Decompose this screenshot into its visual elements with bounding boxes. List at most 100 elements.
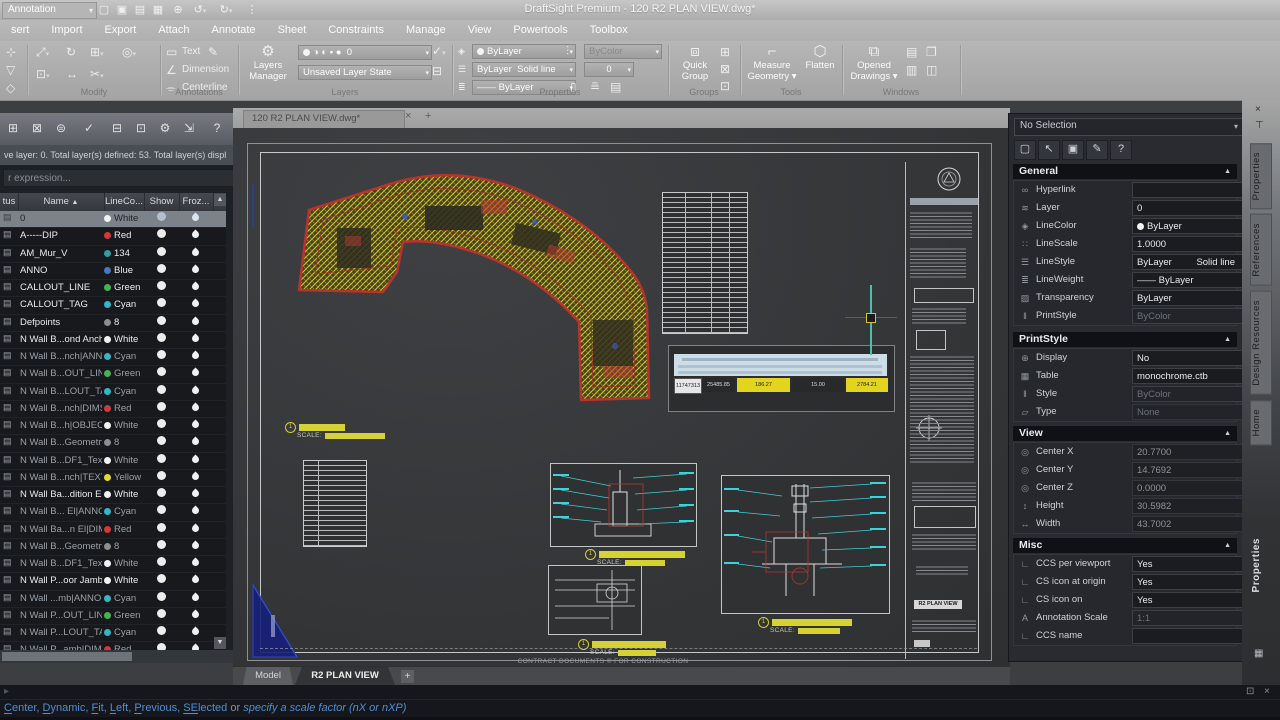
move-icon[interactable]: ⤢▾ bbox=[36, 45, 49, 62]
layer-row[interactable]: ▤ 0 White bbox=[0, 211, 226, 228]
layer-show-toggle[interactable] bbox=[144, 435, 178, 451]
property-row-value[interactable]: ▾ bbox=[1132, 182, 1250, 198]
layer-color-cell[interactable]: Green bbox=[104, 280, 144, 296]
layer-row[interactable]: ▤ CALLOUT_LINE Green bbox=[0, 280, 226, 297]
layer-row[interactable]: ▤ AM_Mur_V 134 bbox=[0, 246, 226, 263]
close-document-icon[interactable]: × bbox=[405, 110, 411, 122]
layer-show-toggle[interactable] bbox=[144, 608, 178, 624]
property-row-value[interactable]: 1.0000 ▾ bbox=[1132, 236, 1250, 252]
layer-states-icon[interactable]: ⊜ bbox=[52, 119, 70, 137]
command-option[interactable]: Dynamic bbox=[43, 702, 86, 714]
property-row-value[interactable]: 20.7700 bbox=[1132, 444, 1250, 460]
layer-show-toggle[interactable] bbox=[144, 401, 178, 417]
property-row-value[interactable]: Yes ▾ bbox=[1132, 556, 1250, 572]
delete-layer-icon[interactable]: ⊠ bbox=[28, 119, 46, 137]
layer-color-cell[interactable]: 8 bbox=[104, 539, 144, 555]
measure-geometry-button[interactable]: ⌐ Measure Geometry ▾ bbox=[746, 44, 798, 82]
apply-check-icon[interactable]: ✓▾ bbox=[432, 44, 446, 61]
layer-row[interactable]: ▤ N Wall Ba...n El|DIMS Red bbox=[0, 522, 226, 539]
property-row-value[interactable]: ByColor ▾ bbox=[1132, 308, 1250, 324]
layer-color-cell[interactable]: Green bbox=[104, 608, 144, 624]
layers-manager-button[interactable]: ⚙ Layers Manager bbox=[244, 44, 292, 82]
linecolor-combo[interactable]: ByLayer bbox=[472, 44, 576, 59]
layer-show-toggle[interactable] bbox=[144, 487, 178, 503]
layer-frozen-toggle[interactable] bbox=[179, 384, 212, 400]
ribbon-tab[interactable]: Sheet bbox=[267, 20, 318, 41]
layer-show-toggle[interactable] bbox=[144, 366, 178, 382]
offset-icon[interactable]: ◎▾ bbox=[122, 45, 136, 62]
layer-frozen-toggle[interactable] bbox=[179, 401, 212, 417]
ribbon-tab[interactable]: Import bbox=[40, 20, 93, 41]
selection-filter-combo[interactable]: No Selection bbox=[1014, 118, 1243, 136]
layer-show-toggle[interactable] bbox=[144, 246, 178, 262]
tile-vertical-icon[interactable]: ▥ bbox=[906, 63, 917, 77]
property-row-value[interactable]: Yes ▾ bbox=[1132, 574, 1250, 590]
layer-show-toggle[interactable] bbox=[144, 211, 178, 227]
layer-frozen-toggle[interactable] bbox=[179, 418, 212, 434]
help-icon[interactable]: ? bbox=[1110, 140, 1132, 160]
new-layer-icon[interactable]: ⊞ bbox=[4, 119, 22, 137]
layer-frozen-toggle[interactable] bbox=[179, 211, 212, 227]
property-row-value[interactable]: 0 ▾ bbox=[1132, 200, 1250, 216]
palette-grid-icon[interactable]: ▦ bbox=[1254, 648, 1263, 659]
dimension-button[interactable]: Dimension bbox=[182, 63, 229, 77]
layer-color-cell[interactable]: White bbox=[104, 573, 144, 589]
layer-frozen-toggle[interactable] bbox=[179, 315, 212, 331]
layer-show-toggle[interactable] bbox=[144, 228, 178, 244]
layer-row[interactable]: ▤ ANNO Blue bbox=[0, 263, 226, 280]
ribbon-tab[interactable]: View bbox=[457, 20, 503, 41]
preview-icon[interactable]: ⇲ bbox=[180, 119, 198, 137]
layer-row[interactable]: ▤ N Wall B...DF1_Text White bbox=[0, 453, 226, 470]
layer-color-cell[interactable]: White bbox=[104, 453, 144, 469]
note-icon[interactable]: ✎ bbox=[208, 45, 218, 59]
shape-icon[interactable]: ▽ bbox=[6, 63, 15, 77]
layer-preview-icon[interactable]: ⊟ bbox=[432, 64, 442, 78]
layer-frozen-toggle[interactable] bbox=[179, 608, 212, 624]
layer-row[interactable]: ▤ N Wall Ba...dition El White bbox=[0, 487, 226, 504]
stretch-icon[interactable]: ↔ bbox=[66, 67, 78, 81]
layer-frozen-toggle[interactable] bbox=[179, 573, 212, 589]
ribbon-tab[interactable]: Annotate bbox=[201, 20, 267, 41]
layer-show-toggle[interactable] bbox=[144, 453, 178, 469]
document-tab[interactable]: 120 R2 PLAN VIEW.dwg* bbox=[243, 110, 405, 130]
property-row-value[interactable]: ▾ bbox=[1132, 628, 1250, 644]
cascade-icon[interactable]: ❐ bbox=[926, 45, 937, 59]
settings-gear-icon[interactable]: ⚙ bbox=[156, 119, 174, 137]
lineweight-value-field[interactable]: 0 bbox=[584, 62, 634, 77]
layer-frozen-toggle[interactable] bbox=[179, 487, 212, 503]
layer-show-toggle[interactable] bbox=[144, 418, 178, 434]
array-icon[interactable]: ⊡▾ bbox=[36, 67, 50, 84]
layer-show-toggle[interactable] bbox=[144, 280, 178, 296]
ribbon-tab[interactable]: Constraints bbox=[317, 20, 395, 41]
layer-status-combo[interactable]: ◑ ◐ ▪ ● 0 bbox=[298, 45, 432, 60]
layer-row[interactable]: ▤ N Wall ...mb|ANNO Cyan bbox=[0, 591, 226, 608]
layer-row[interactable]: ▤ N Wall B...Geometry 8 bbox=[0, 435, 226, 452]
opened-drawings-button[interactable]: ⧉ Opened Drawings ▾ bbox=[848, 44, 900, 82]
layer-frozen-toggle[interactable] bbox=[179, 280, 212, 296]
layer-row[interactable]: ▤ N Wall P...amb|DIMS Red bbox=[0, 642, 226, 650]
column-frozen[interactable]: Froz... bbox=[179, 193, 214, 211]
select-cursor-icon[interactable]: ↖ bbox=[1038, 140, 1060, 160]
layer-row[interactable]: ▤ N Wall P...oor Jamb White bbox=[0, 573, 226, 590]
tab-model[interactable]: Model bbox=[243, 667, 293, 685]
layer-row[interactable]: ▤ N Wall P...LOUT_TAG Cyan bbox=[0, 625, 226, 642]
layer-row[interactable]: ▤ Defpoints 8 bbox=[0, 315, 226, 332]
column-show[interactable]: Show bbox=[144, 193, 180, 211]
layer-show-toggle[interactable] bbox=[144, 470, 178, 486]
property-row-value[interactable]: ByColor ▾ bbox=[1132, 386, 1250, 402]
layer-frozen-toggle[interactable] bbox=[179, 642, 212, 650]
column-name[interactable]: Name ▲ bbox=[18, 193, 105, 211]
layer-color-cell[interactable]: White bbox=[104, 332, 144, 348]
trim-icon[interactable]: ✂▾ bbox=[90, 67, 104, 84]
freeze-layer-icon[interactable]: ⊟ bbox=[108, 119, 126, 137]
layer-color-cell[interactable]: Cyan bbox=[104, 384, 144, 400]
layer-show-toggle[interactable] bbox=[144, 642, 178, 650]
text-button[interactable]: Text bbox=[182, 45, 200, 59]
layer-color-cell[interactable]: Red bbox=[104, 228, 144, 244]
properties-bottom-tab[interactable]: Properties bbox=[1251, 538, 1271, 592]
polygon-icon[interactable]: ◇ bbox=[6, 81, 15, 95]
layer-frozen-toggle[interactable] bbox=[179, 297, 212, 313]
add-sheet-button[interactable]: + bbox=[401, 670, 414, 683]
command-option[interactable]: SElected bbox=[183, 702, 227, 714]
command-option[interactable]: Left bbox=[110, 702, 128, 714]
